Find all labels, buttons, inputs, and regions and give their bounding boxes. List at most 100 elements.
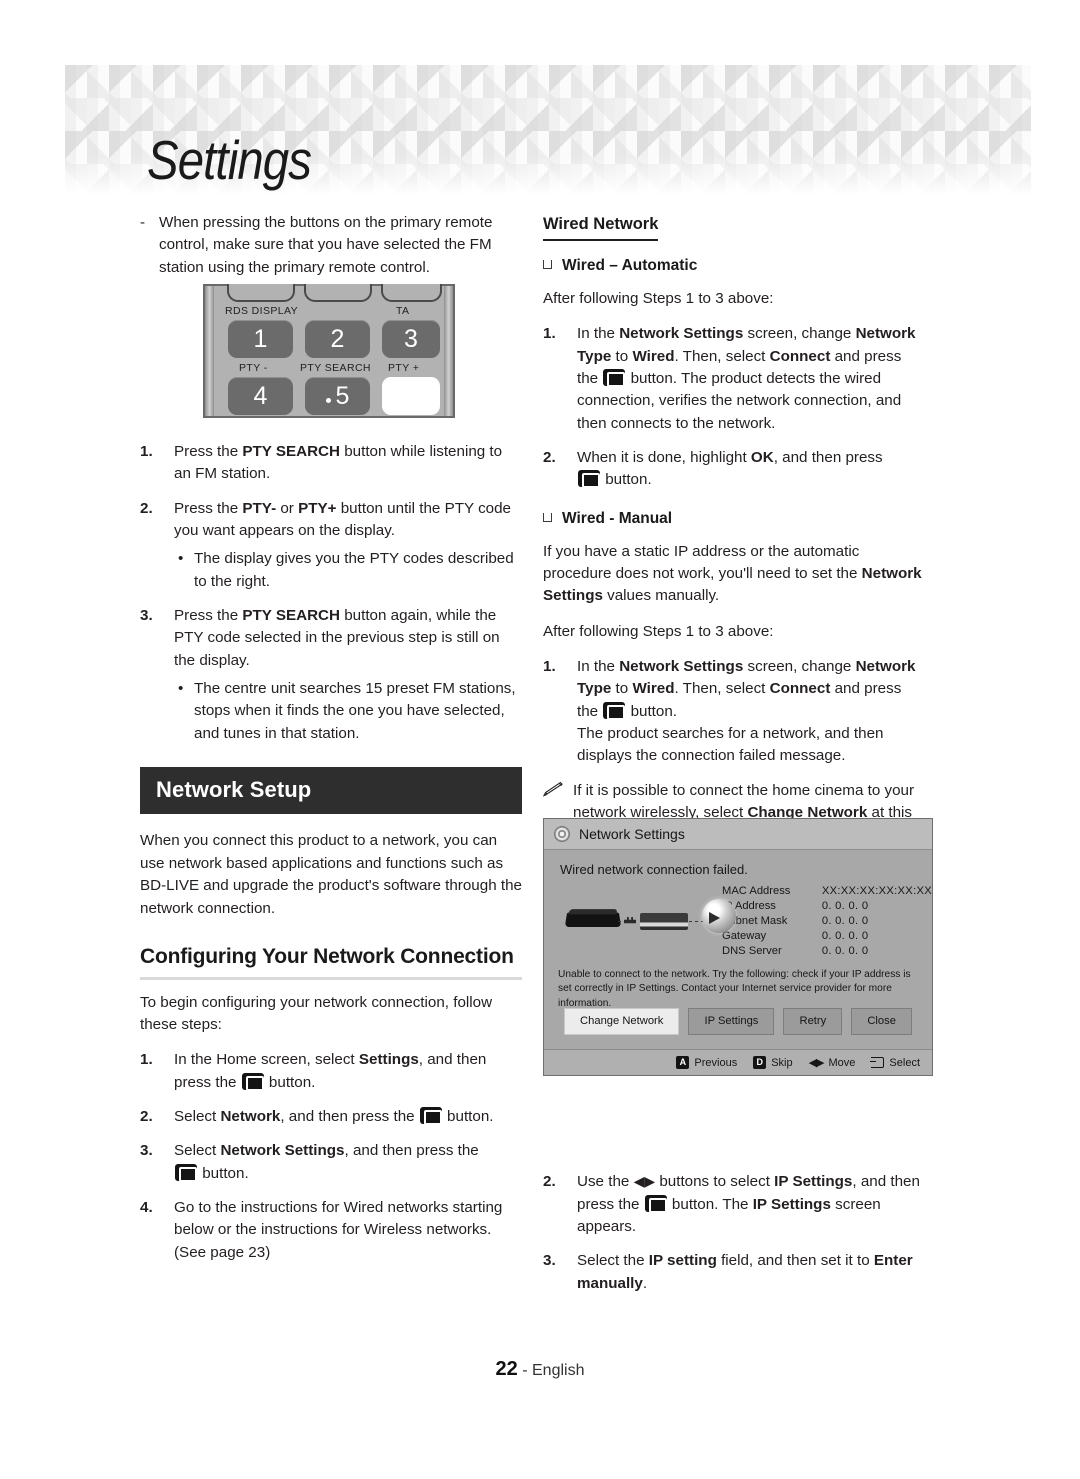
enter-button-icon xyxy=(603,701,626,720)
step-text: Use the xyxy=(577,1173,634,1191)
step-text: Select xyxy=(174,1108,221,1126)
ip-settings-button[interactable]: IP Settings xyxy=(688,1008,775,1035)
enter-button-icon xyxy=(419,1107,442,1126)
page-banner: Settings xyxy=(65,65,1031,198)
step-text: When it is done, highlight xyxy=(577,449,751,467)
footer-hint-skip: D Skip xyxy=(753,1056,793,1069)
close-button[interactable]: Close xyxy=(851,1008,913,1035)
step-text-bold: Network Settings xyxy=(619,325,744,343)
list-item: 2. Select Network, and then press the bu… xyxy=(140,1106,522,1128)
field-label: IP Address xyxy=(722,899,776,912)
remote-side-left xyxy=(205,286,214,416)
step-text-bold: PTY- xyxy=(242,499,277,517)
step-text: button. The product detects the wired co… xyxy=(577,370,902,432)
heading-wired-automatic-label: Wired – Automatic xyxy=(562,257,698,275)
configuring-intro: To begin configuring your network connec… xyxy=(140,993,493,1034)
remote-key-5: 5 xyxy=(305,377,370,415)
bullet-text: The centre unit searches 15 preset FM st… xyxy=(194,680,516,742)
connector-icon xyxy=(624,917,636,924)
step-text-bold: Network xyxy=(220,1108,281,1126)
remote-control-figure: RDS DISPLAY TA 1 2 3 PTY - PTY SEARCH PT… xyxy=(203,284,455,418)
step-text: Press the xyxy=(174,499,243,517)
step-text: Select xyxy=(174,1142,221,1160)
step-text: screen, change xyxy=(743,657,856,675)
step-text: In the xyxy=(577,325,620,343)
step-number: 1. xyxy=(140,1051,153,1069)
retry-button[interactable]: Retry xyxy=(783,1008,843,1035)
field-value: 0. 0. 0. 0 xyxy=(821,929,869,942)
network-settings-dialog: Network Settings Wired network connectio… xyxy=(543,818,933,1076)
step-body: Select the IP setting field, and then se… xyxy=(577,1250,925,1295)
footer-hint-select: Select xyxy=(870,1057,920,1069)
table-row: IP Address 0. 0. 0. 0 xyxy=(722,898,932,913)
list-item: 4. Go to the instructions for Wired netw… xyxy=(140,1197,522,1264)
heading-wired-automatic: Wired – Automatic xyxy=(543,255,925,278)
step-number: 2. xyxy=(543,449,556,467)
remote-key-4: 4 xyxy=(228,377,293,415)
heading-rule xyxy=(140,976,522,980)
page-footer: 22 - English xyxy=(0,1358,1080,1381)
step-text-bold: IP setting xyxy=(648,1252,717,1270)
network-diagram-illustration xyxy=(552,879,736,951)
step-body: Select Network, and then press the butto… xyxy=(174,1106,522,1128)
step-body: Press the PTY SEARCH button while listen… xyxy=(174,441,522,486)
step-text-bold: PTY SEARCH xyxy=(242,607,340,625)
heading-wired-manual: Wired - Manual xyxy=(543,508,925,531)
key-a-icon: A xyxy=(676,1056,690,1069)
step-text: to xyxy=(611,680,633,698)
step-text: , and then press the xyxy=(280,1108,419,1126)
step-text: . xyxy=(642,1274,648,1292)
step-text: Press the xyxy=(174,443,243,461)
step-text: In the xyxy=(577,657,620,675)
table-row: DNS Server 0. 0. 0. 0 xyxy=(722,943,932,958)
network-info-table: MAC Address XX:XX:XX:XX:XX:XX IP Address… xyxy=(722,879,932,958)
step-number: 2. xyxy=(140,1108,153,1126)
change-network-button[interactable]: Change Network xyxy=(564,1008,680,1035)
network-setup-intro: When you connect this product to a netwo… xyxy=(140,832,522,917)
page-footer-language: English xyxy=(532,1362,585,1379)
step-text: , and then press the xyxy=(344,1142,479,1160)
footer-hint-move-label: Move xyxy=(828,1056,856,1069)
step-number: 3. xyxy=(543,1252,556,1270)
list-item: 2. When it is done, highlight OK, and th… xyxy=(543,447,925,492)
step-text-bold: IP Settings xyxy=(752,1195,831,1213)
dialog-button-row: Change Network IP Settings Retry Close xyxy=(544,1008,932,1035)
remote-label-pty-search: PTY SEARCH xyxy=(300,362,371,374)
dialog-footer-hints: A Previous D Skip ◀▶ Move Select xyxy=(544,1049,932,1075)
list-item: 3. Select the IP setting field, and then… xyxy=(543,1250,925,1295)
step-number: 2. xyxy=(543,1173,556,1191)
dialog-body: MAC Address XX:XX:XX:XX:XX:XX IP Address… xyxy=(544,877,932,958)
player-device-icon xyxy=(564,912,622,928)
step-number: 1. xyxy=(543,657,556,675)
step-text-bold: OK xyxy=(750,449,774,467)
bullet-item: • The display gives you the PTY codes de… xyxy=(178,548,522,593)
enter-button-icon xyxy=(175,1163,197,1182)
step-number: 4. xyxy=(140,1199,153,1217)
step-body: Go to the instructions for Wired network… xyxy=(174,1199,503,1261)
left-right-arrows-icon: ◀▶ xyxy=(808,1057,825,1069)
step-number: 3. xyxy=(140,1142,153,1160)
intro-note-text: When pressing the buttons on the primary… xyxy=(159,214,493,276)
manual-intro-a: If you have a static IP address or the a… xyxy=(543,542,862,582)
bullet-dot: • xyxy=(178,680,184,698)
list-item: 1. Press the PTY SEARCH button while lis… xyxy=(140,441,522,486)
step-text: . Then, select xyxy=(674,347,770,365)
list-item: 3. Press the PTY SEARCH button again, wh… xyxy=(140,605,522,745)
step-number: 3. xyxy=(140,607,153,625)
footer-hint-skip-label: Skip xyxy=(771,1056,793,1069)
dialog-help-text: Unable to connect to the network. Try th… xyxy=(558,969,911,1009)
step-body: In the Home screen, select Settings, and… xyxy=(174,1049,522,1094)
step-text-bold: Connect xyxy=(769,347,831,365)
table-row: MAC Address XX:XX:XX:XX:XX:XX xyxy=(722,883,932,898)
internet-globe-icon xyxy=(702,899,736,933)
list-item: 1. In the Network Settings screen, chang… xyxy=(543,323,925,435)
footer-hint-previous: A Previous xyxy=(676,1056,737,1069)
step-body: Use the ◀▶ buttons to select IP Settings… xyxy=(577,1171,925,1238)
step-body: Select Network Settings, and then press … xyxy=(174,1140,522,1185)
step-number: 1. xyxy=(543,325,556,343)
step-text-bold: Connect xyxy=(769,680,831,698)
remote-side-right xyxy=(444,286,453,416)
step-text: to xyxy=(611,347,633,365)
remote-label-ta: TA xyxy=(396,305,410,317)
remote-label-rds-display: RDS DISPLAY xyxy=(225,305,299,317)
